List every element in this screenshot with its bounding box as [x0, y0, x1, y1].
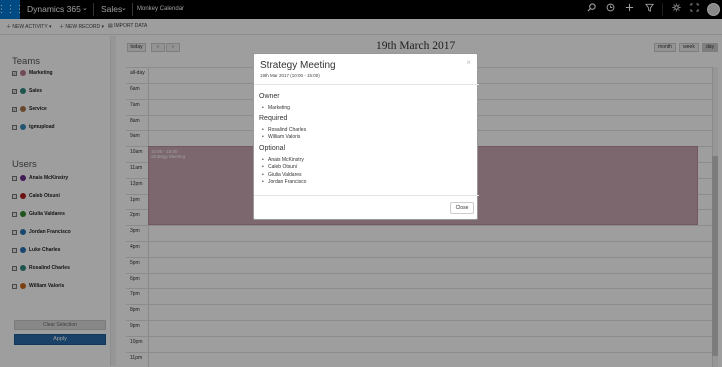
modal-title: Strategy Meeting: [260, 60, 336, 71]
event-details-modal: Strategy Meeting 19th Mar 2017 (10:00 - …: [253, 53, 479, 220]
required-item: William Valoris: [262, 134, 301, 140]
required-heading: Required: [259, 115, 288, 122]
modal-divider: [254, 84, 479, 85]
owner-heading: Owner: [259, 93, 280, 100]
modal-date: 19th Mar 2017 (10:00 - 15:00): [260, 73, 320, 78]
optional-item: Jordan Francisco: [262, 179, 306, 185]
modal-divider: [254, 195, 479, 196]
owner-item: Marketing: [262, 105, 290, 111]
optional-item: Anais McKinstry: [262, 157, 304, 163]
close-icon[interactable]: ×: [466, 59, 471, 67]
optional-item: Giulia Valdares: [262, 172, 301, 178]
close-button[interactable]: Close: [450, 202, 474, 214]
required-item: Rosalind Charles: [262, 127, 306, 133]
optional-heading: Optional: [259, 145, 286, 152]
optional-item: Caleb Otsuni: [262, 164, 297, 170]
